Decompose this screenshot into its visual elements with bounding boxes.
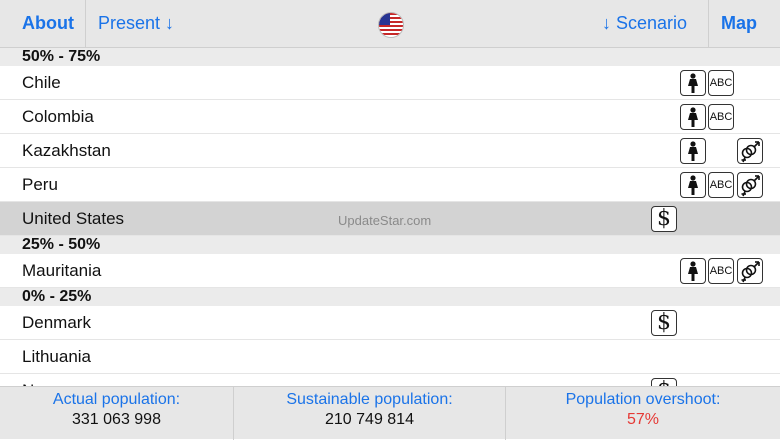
woman-icon xyxy=(680,138,706,164)
watermark: UpdateStar.com xyxy=(338,213,432,228)
abc-icon: ABC xyxy=(708,70,734,96)
country-row[interactable]: Norway $ xyxy=(0,374,780,386)
dollar-icon: $ xyxy=(651,206,677,232)
abc-icon: ABC xyxy=(708,172,734,198)
country-row[interactable]: Kazakhstan xyxy=(0,134,780,168)
country-name: Norway xyxy=(22,374,80,386)
population-overshoot-label: Population overshoot: xyxy=(565,391,721,408)
abc-icon: ABC xyxy=(708,104,734,130)
country-row[interactable]: Mauritania ABC xyxy=(0,254,780,288)
woman-icon xyxy=(680,70,706,96)
toolbar-divider xyxy=(708,0,709,47)
dollar-icon: $ xyxy=(651,310,677,336)
sustainable-population-value: 210 749 814 xyxy=(325,411,414,428)
population-overshoot-value: 57% xyxy=(626,411,660,428)
map-button[interactable]: Map xyxy=(721,0,757,47)
toolbar-divider xyxy=(85,0,86,47)
country-name: United States xyxy=(22,209,125,228)
section-header: 0% - 25% xyxy=(0,288,780,306)
country-row[interactable]: Colombia ABC xyxy=(0,100,780,134)
section-header: 25% - 50% xyxy=(0,236,780,254)
population-footer: Actual population: 331 063 998 Sustainab… xyxy=(0,386,780,440)
gender-icon xyxy=(737,138,763,164)
abc-icon: ABC xyxy=(708,258,734,284)
country-name: Denmark xyxy=(22,313,91,332)
gender-icon xyxy=(737,172,763,198)
country-name: Chile xyxy=(22,73,61,92)
population-overshoot: Population overshoot: 57% xyxy=(506,387,780,440)
country-name: Mauritania xyxy=(22,261,102,280)
woman-icon xyxy=(680,258,706,284)
sustainable-population: Sustainable population: 210 749 814 xyxy=(234,387,505,440)
country-row[interactable]: Lithuania xyxy=(0,340,780,374)
country-row[interactable]: Chile ABC xyxy=(0,66,780,100)
present-button[interactable]: Present ↓ xyxy=(98,0,174,47)
country-name: Peru xyxy=(22,175,58,194)
country-name: Colombia xyxy=(22,107,94,126)
country-name: Kazakhstan xyxy=(22,141,111,160)
country-name: Lithuania xyxy=(22,347,92,366)
about-button[interactable]: About xyxy=(22,0,74,47)
section-header: 50% - 75% xyxy=(0,48,780,66)
actual-population: Actual population: 331 063 998 xyxy=(0,387,233,440)
actual-population-value: 331 063 998 xyxy=(72,411,161,428)
gender-icon xyxy=(737,258,763,284)
country-row[interactable]: Peru ABC xyxy=(0,168,780,202)
actual-population-label: Actual population: xyxy=(52,391,181,408)
woman-icon xyxy=(680,104,706,130)
woman-icon xyxy=(680,172,706,198)
country-row[interactable]: Denmark $ xyxy=(0,306,780,340)
dollar-icon: $ xyxy=(651,378,677,386)
scenario-button[interactable]: ↓ Scenario xyxy=(602,0,687,47)
us-flag-icon[interactable] xyxy=(378,12,404,38)
sustainable-population-label: Sustainable population: xyxy=(286,391,453,408)
top-toolbar: About Present ↓ ↓ Scenario Map xyxy=(0,0,780,48)
